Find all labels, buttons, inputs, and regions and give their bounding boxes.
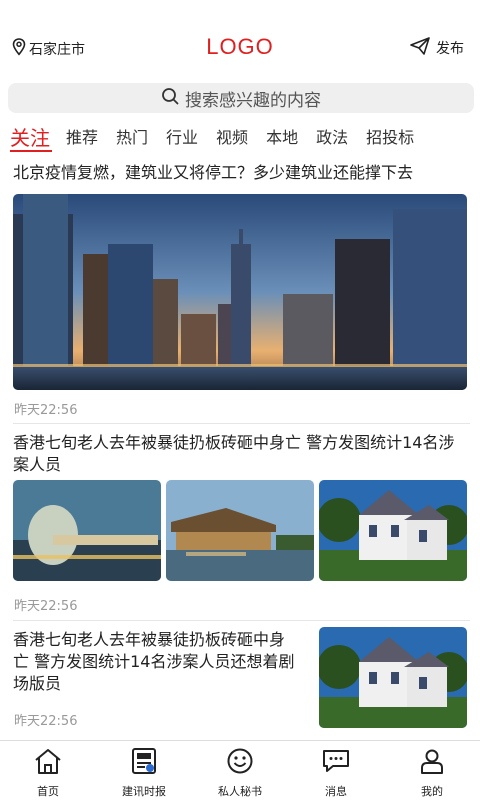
city-skyline-photo[interactable]: [13, 194, 467, 390]
divider: [13, 620, 470, 621]
tab-following[interactable]: 关注: [10, 126, 50, 150]
search-input[interactable]: 搜索感兴趣的内容: [8, 83, 474, 113]
nav-label: 首页: [37, 785, 59, 798]
tab-local[interactable]: 本地: [266, 126, 298, 150]
bottom-navigation: 首页 建讯时报 私人秘书 消息 我的: [0, 740, 480, 800]
publish-button[interactable]: 发布: [410, 37, 464, 59]
tab-politics-law[interactable]: 政法: [316, 126, 348, 150]
tab-bidding[interactable]: 招投标: [366, 126, 414, 150]
search-placeholder: 搜索感兴趣的内容: [185, 90, 321, 111]
modern-building-photo[interactable]: [13, 480, 161, 581]
news-title: 北京疫情复燃，建筑业又将停工？多少建筑业还能撑下去: [13, 163, 414, 182]
nav-label: 我的: [421, 785, 443, 798]
nav-home[interactable]: 首页: [0, 741, 96, 800]
news-title: 香港七旬老人去年被暴徒扔板砖砸中身亡 警方发图统计14名涉案人员: [13, 433, 455, 474]
smiley-icon: [226, 747, 254, 779]
news-title: 香港七旬老人去年被暴徒扔板砖砸中身亡 警方发图统计14名涉案人员还想着剧场版员: [13, 630, 295, 693]
nav-mine[interactable]: 我的: [384, 741, 480, 800]
search-icon: [161, 87, 179, 110]
active-tab-indicator: [10, 150, 52, 152]
tab-recommended[interactable]: 推荐: [66, 126, 98, 150]
paper-plane-icon: [410, 37, 430, 59]
victorian-house-photo[interactable]: [319, 627, 467, 728]
nav-label: 建讯时报: [122, 785, 166, 798]
tab-industry[interactable]: 行业: [166, 126, 198, 150]
news-time: 昨天22:56: [14, 403, 78, 418]
nav-messages[interactable]: 消息: [288, 741, 384, 800]
news-item[interactable]: 北京疫情复燃，建筑业又将停工？多少建筑业还能撑下去: [0, 162, 480, 184]
nav-label: 私人秘书: [218, 785, 262, 798]
news-time: 昨天22:56: [14, 599, 78, 614]
victorian-house-photo[interactable]: [319, 480, 467, 581]
divider: [13, 423, 470, 424]
app-logo: LOGO: [206, 34, 274, 59]
waterfront-pavilion-photo[interactable]: [166, 480, 314, 581]
app-header: 石家庄市 LOGO 发布: [0, 0, 480, 82]
nav-news-times[interactable]: 建讯时报: [96, 741, 192, 800]
category-tabs: 关注 推荐 热门 行业 视频 本地 政法 招投标: [0, 118, 480, 150]
user-icon: [418, 747, 446, 779]
newspaper-icon: [130, 747, 158, 779]
chat-icon: [321, 747, 351, 779]
tab-hot[interactable]: 热门: [116, 126, 148, 150]
publish-label: 发布: [436, 41, 464, 57]
nav-label: 消息: [325, 785, 347, 798]
news-time: 昨天22:56: [14, 714, 78, 729]
news-item[interactable]: 香港七旬老人去年被暴徒扔板砖砸中身亡 警方发图统计14名涉案人员: [0, 432, 480, 476]
tab-video[interactable]: 视频: [216, 126, 248, 150]
news-item[interactable]: 香港七旬老人去年被暴徒扔板砖砸中身亡 警方发图统计14名涉案人员还想着剧场版员: [0, 629, 310, 695]
home-icon: [33, 747, 63, 779]
nav-private-secretary[interactable]: 私人秘书: [192, 741, 288, 800]
